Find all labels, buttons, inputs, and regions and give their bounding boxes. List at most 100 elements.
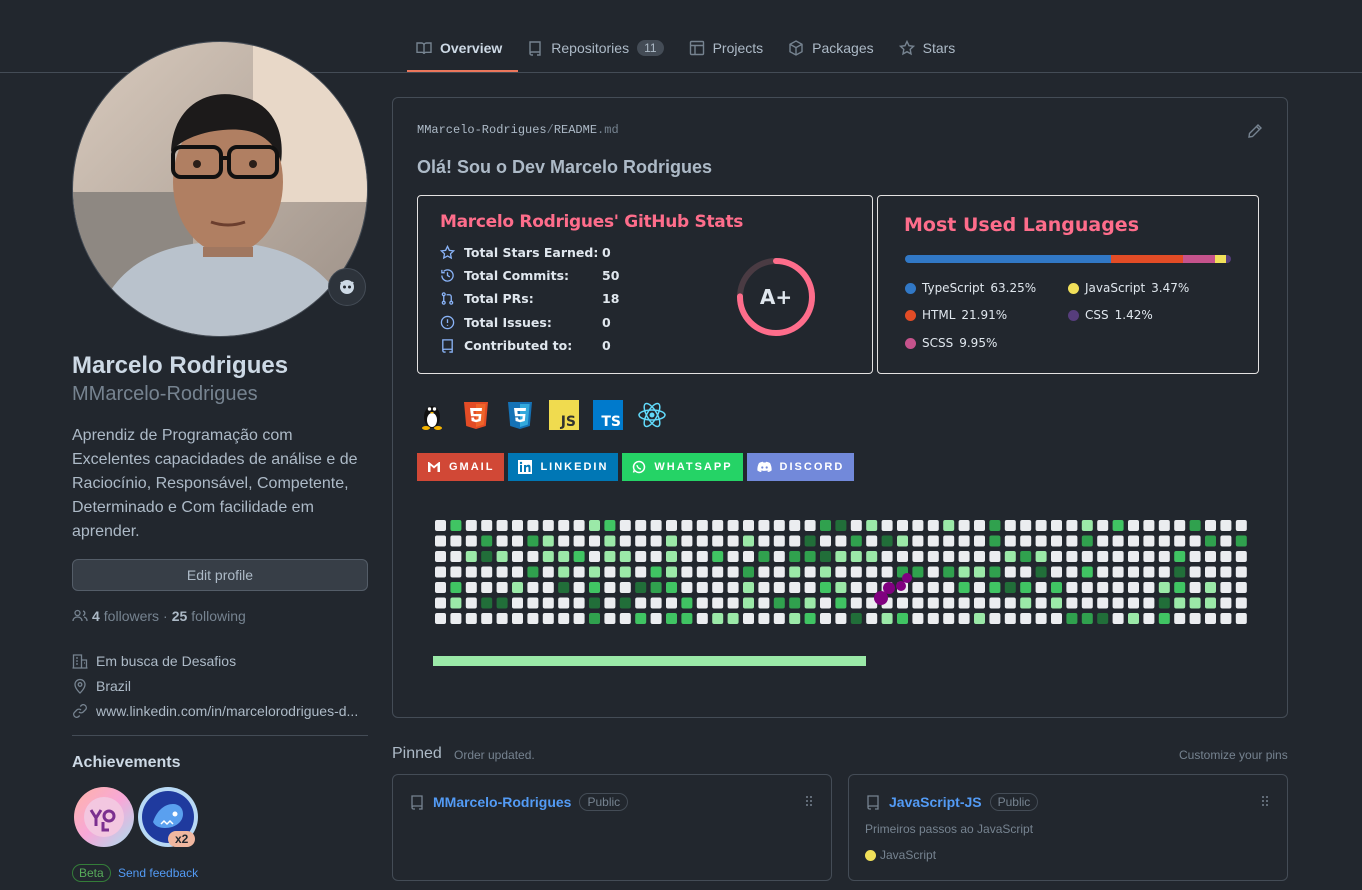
tab-packages[interactable]: Packages [779,24,889,72]
stat-row-contributed: Contributed to: 0 [440,335,611,355]
contribution-cell [820,613,831,624]
contribution-cell [789,566,801,578]
contribution-cell [712,613,724,624]
contribution-cell [850,520,862,531]
contribution-cell [465,535,477,547]
contribution-cell [604,582,616,593]
contribution-cell [820,551,831,562]
followers-count[interactable]: 4 [92,608,100,624]
contribution-cell [604,613,616,624]
discord-badge[interactable]: DISCORD [746,453,855,481]
send-feedback-link[interactable]: Send feedback [118,866,198,880]
stat-row-stars: Total Stars Earned: 0 [440,242,611,262]
contribution-cell [650,535,662,547]
followers-label[interactable]: followers [104,608,159,624]
contribution-cell [666,597,677,609]
avatar[interactable] [72,41,368,337]
customize-pins-link[interactable]: Customize your pins [1179,748,1288,762]
whatsapp-badge[interactable]: WHATSAPP [622,453,743,481]
tab-stars[interactable]: Stars [890,24,972,72]
contribution-cell [897,551,908,562]
contribution-cell [619,551,631,562]
contribution-cell [1004,520,1016,531]
pinned-repo-card[interactable]: JavaScript-JS Public Primeiros passos ao… [848,774,1288,881]
contribution-cell [1097,520,1109,531]
readme-owner-link[interactable]: MMarcelo-Rodrigues [417,123,547,137]
pinned-repo-card[interactable]: MMarcelo-Rodrigues Public [392,774,832,881]
contribution-cell [866,613,878,624]
language-dot [905,337,916,349]
linkedin-badge[interactable]: LINKEDIN [508,453,619,481]
gmail-icon [428,462,440,472]
following-label[interactable]: following [191,608,245,624]
people-icon [72,609,88,622]
contribution-cell [712,566,724,578]
contribution-cell [1112,566,1124,578]
tab-overview[interactable]: Overview [407,24,519,72]
stat-value: 50 [602,267,620,283]
contribution-cell [1189,535,1201,547]
contribution-cell [727,613,739,624]
contribution-cell [619,535,631,547]
gmail-badge[interactable]: GMAIL [417,453,505,481]
contribution-cell [589,566,600,578]
contribution-cell [727,597,739,609]
contribution-cell [804,582,816,593]
contribution-cell [1112,597,1124,609]
drag-handle-icon[interactable] [1261,795,1269,807]
edit-profile-button[interactable]: Edit profile [72,559,368,591]
contribution-cell [619,582,631,593]
issue-icon [440,315,455,329]
star-icon [440,244,455,259]
pinned-repo-header: MMarcelo-Rodrigues Public [409,793,629,811]
contribution-cell [496,613,508,624]
website-link[interactable]: www.linkedin.com/in/marcelorodrigues-d..… [96,703,358,719]
contribution-cell [496,535,508,547]
contribution-cell [727,551,739,562]
contribution-cell [527,582,539,593]
contribution-cell [1051,535,1062,547]
contribution-cell [1081,582,1093,593]
website-detail[interactable]: www.linkedin.com/in/marcelorodrigues-d..… [72,698,368,723]
drag-handle-icon[interactable] [805,795,813,807]
contribution-cell [804,597,816,609]
contribution-cell [1097,582,1109,593]
stat-label: Total Stars Earned: [464,244,599,260]
contribution-cell [835,613,847,624]
contribution-cell [1174,597,1186,609]
pinned-repo-link[interactable]: JavaScript-JS [889,794,982,810]
contribution-cell [573,613,585,624]
tab-projects[interactable]: Projects [680,24,780,72]
contribution-cell [866,535,878,547]
contribution-cell [1097,597,1109,609]
readme-file-link[interactable]: README [554,123,597,137]
grade-text: A+ [760,285,792,309]
linkedin-icon [518,460,533,474]
contribution-cell [542,566,554,578]
repo-icon [442,338,453,353]
achievements-title[interactable]: Achievements [72,754,181,772]
achievement-yolo[interactable] [73,786,135,848]
pinned-repo-link[interactable]: MMarcelo-Rodrigues [433,794,571,810]
contribution-cell [1051,582,1062,593]
contribution-cell [635,597,647,609]
status-emoji-button[interactable] [328,268,366,306]
following-count[interactable]: 25 [172,608,188,624]
contribution-cell [789,597,801,609]
tab-repositories[interactable]: Repositories 11 [518,24,679,72]
contribution-cell [619,597,631,609]
contribution-cell [1081,551,1093,562]
contribution-cell [650,597,662,609]
contribution-cell [481,520,493,531]
contribution-cell [1220,551,1232,562]
contribution-cell [897,520,908,531]
contribution-cell [1128,520,1139,531]
contribution-cell [1235,597,1247,609]
edit-readme-pencil-icon[interactable] [1247,123,1263,139]
contribution-cell [450,597,462,609]
contribution-cell [1174,551,1186,562]
contribution-cell [1189,520,1201,531]
contribution-cell [927,551,939,562]
contribution-cell [850,597,862,609]
readme-breadcrumb: MMarcelo-Rodrigues/README.md [417,123,619,137]
